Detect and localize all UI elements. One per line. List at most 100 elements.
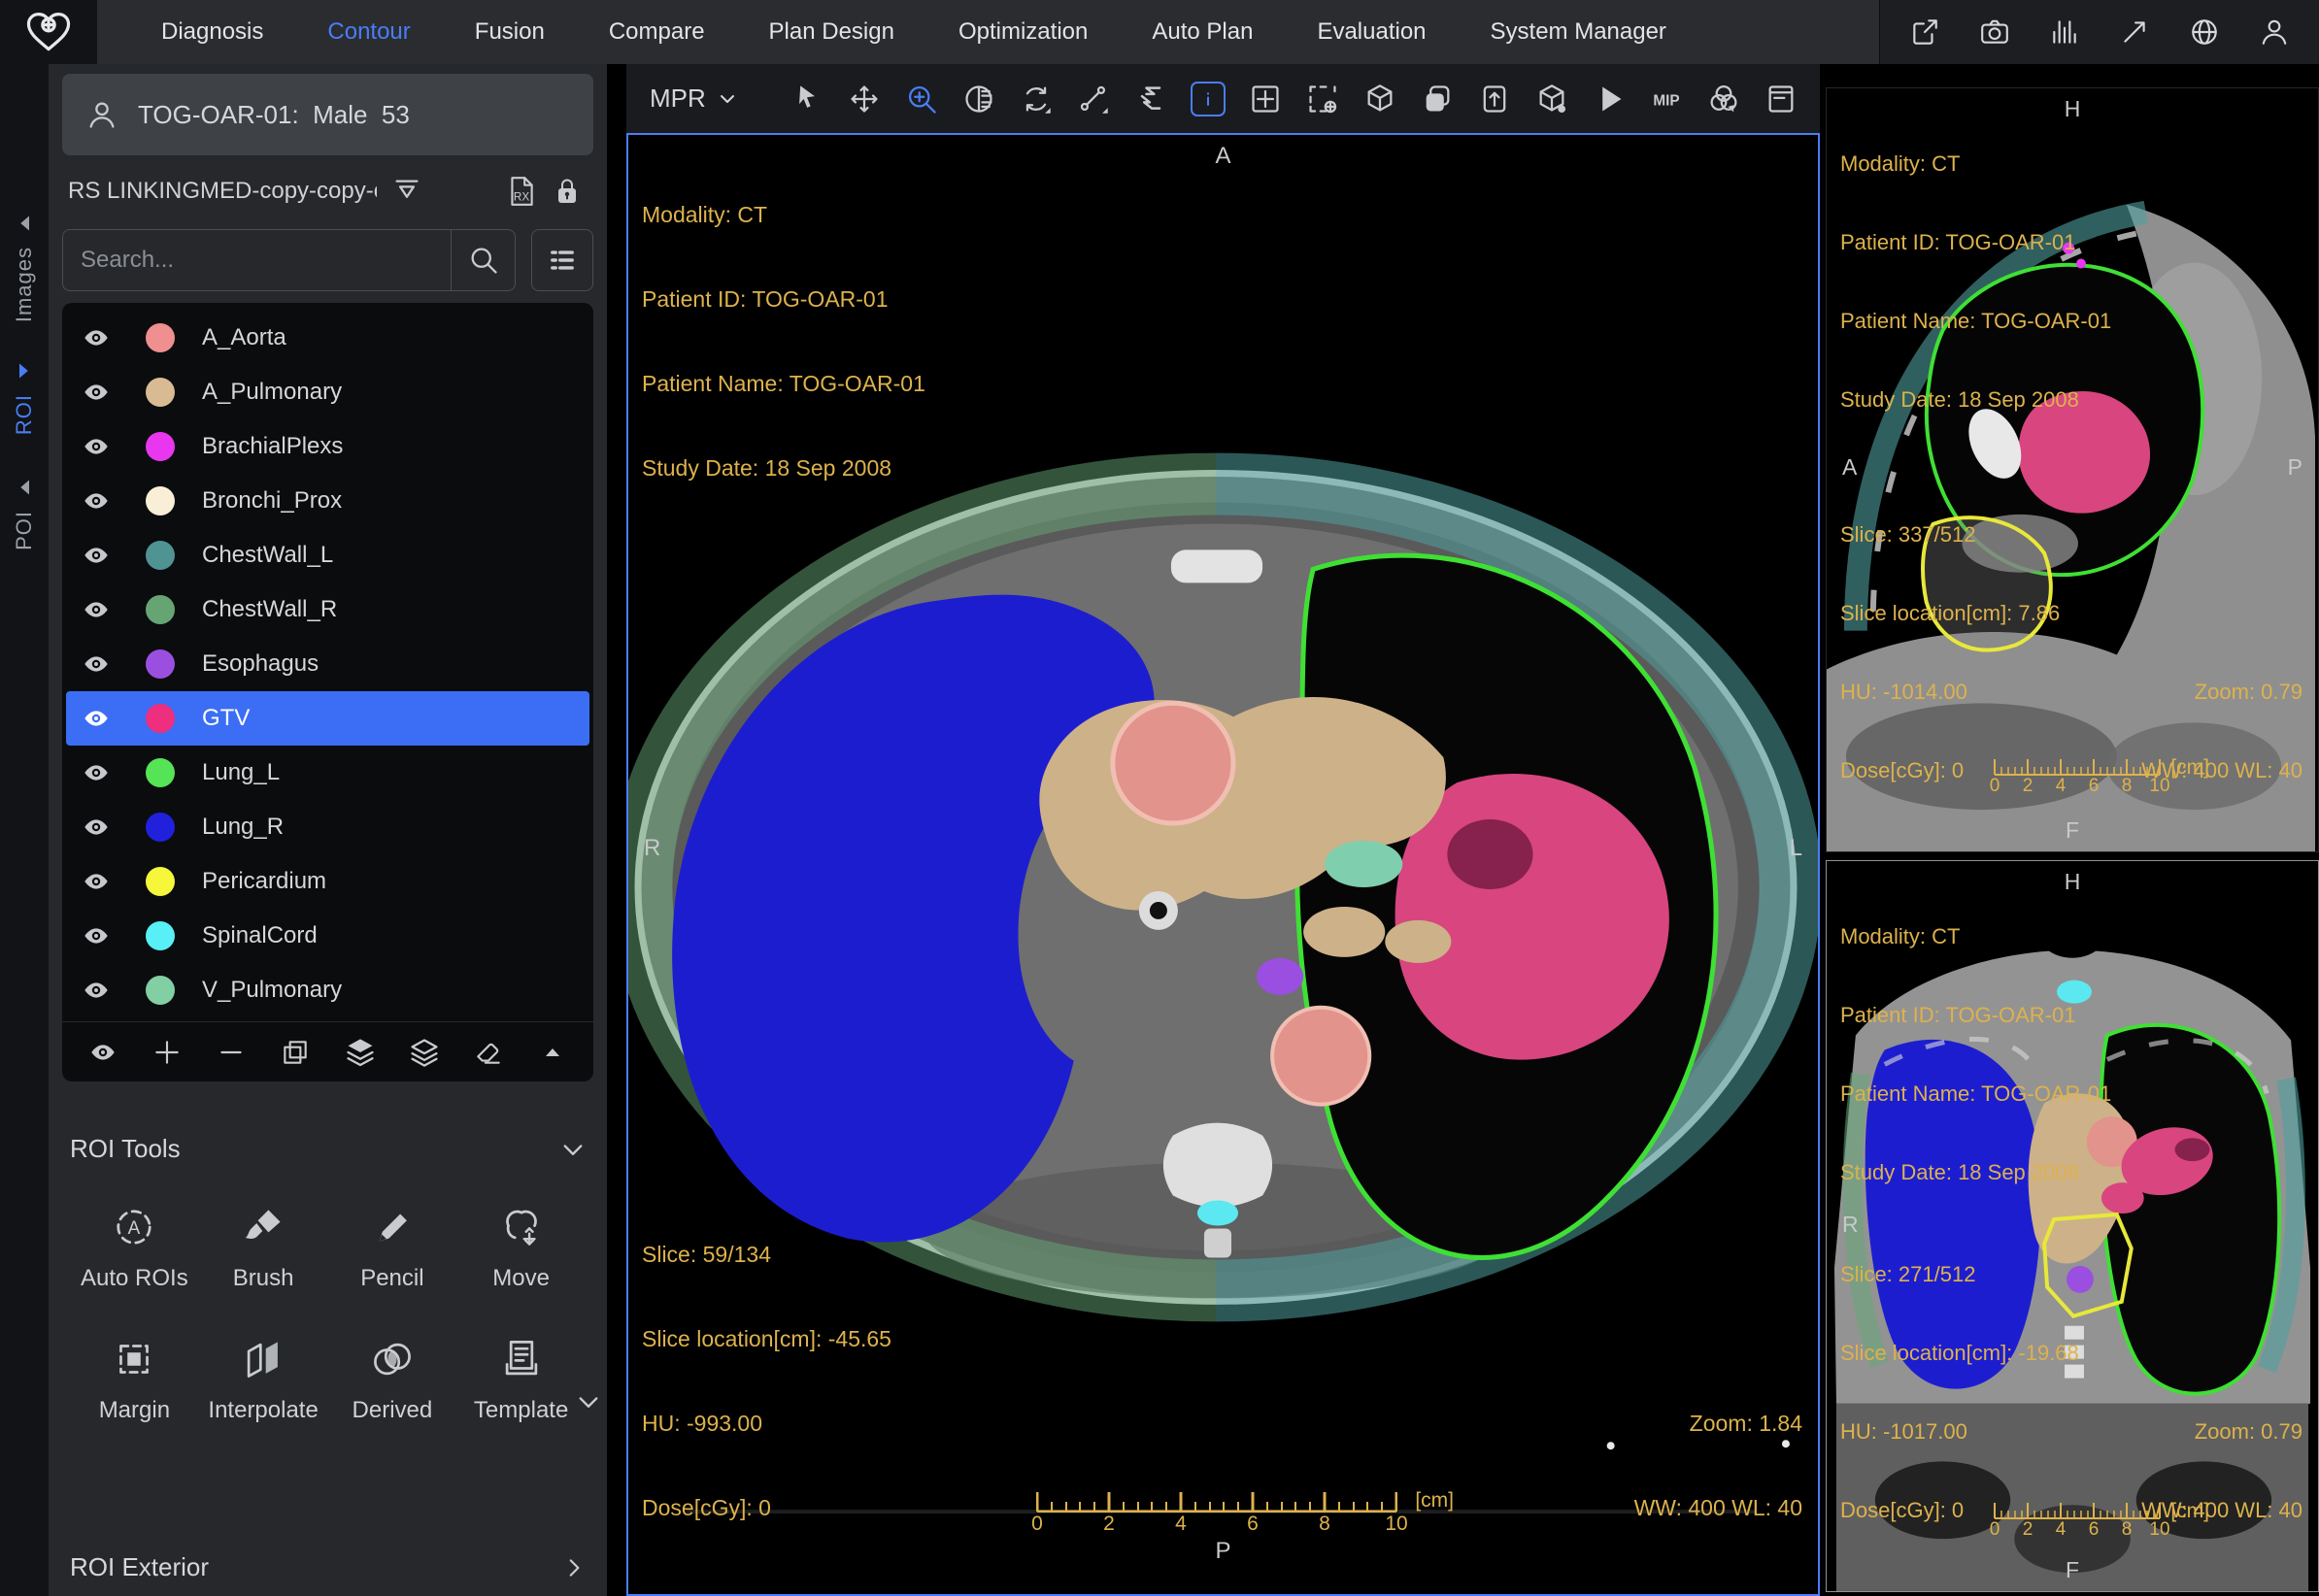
layers-outline-icon[interactable] [407,1035,442,1070]
visibility-icon[interactable] [82,977,124,1004]
rx-document-icon[interactable]: RX [506,175,537,208]
visibility-icon[interactable] [82,650,124,678]
nav-fusion[interactable]: Fusion [475,18,545,46]
roi-color-dot[interactable] [146,323,175,352]
collapse-poi-icon[interactable] [16,478,33,497]
nav-system-manager[interactable]: System Manager [1491,18,1666,46]
viewport-coronal[interactable]: Modality: CT Patient ID: TOG-OAR-01 Pati… [1826,860,2319,1592]
visibility-icon[interactable] [82,922,124,949]
visibility-icon[interactable] [82,759,124,786]
visibility-icon[interactable] [82,487,124,515]
roi-color-dot[interactable] [146,704,175,733]
roi-row[interactable]: Pericardium [66,854,589,909]
cube-options-icon[interactable] [1534,82,1569,116]
visibility-icon[interactable] [82,542,124,569]
pan-icon[interactable] [847,82,882,116]
roi-tools-header[interactable]: ROI Tools [70,1134,586,1164]
select-region-icon[interactable] [1305,82,1340,116]
structure-set-name[interactable]: RS LINKINGMED-copy-copy-c [68,178,377,205]
nav-plan-design[interactable]: Plan Design [769,18,894,46]
app-logo[interactable] [0,0,97,64]
layers-filled-icon[interactable] [343,1035,378,1070]
rail-tab-roi[interactable]: ROI [12,394,37,435]
tool-auto-rois[interactable]: AAuto ROIs [70,1205,199,1292]
duplicate-view-icon[interactable] [1420,82,1455,116]
roi-color-dot[interactable] [146,758,175,787]
roi-color-dot[interactable] [146,867,175,896]
nav-optimization[interactable]: Optimization [958,18,1088,46]
tool-template[interactable]: Template [456,1337,586,1424]
camera-icon[interactable] [1977,15,2012,50]
zoom-icon[interactable] [904,82,939,116]
visibility-icon[interactable] [82,868,124,895]
visibility-icon[interactable] [82,814,124,841]
measure-icon[interactable] [1076,82,1111,116]
roi-color-dot[interactable] [146,486,175,515]
duplicate-icon[interactable] [278,1035,313,1070]
roi-row[interactable]: ChestWall_R [66,582,589,637]
nav-auto-plan[interactable]: Auto Plan [1152,18,1253,46]
roi-row[interactable]: V_Pulmonary [66,963,589,1017]
cube-icon[interactable] [1362,82,1397,116]
roi-row[interactable]: Bronchi_Prox [66,474,589,528]
globe-icon[interactable] [2187,15,2222,50]
roi-row[interactable]: Lung_L [66,746,589,800]
template-chevron-down-icon[interactable] [576,1389,601,1414]
tool-pencil[interactable]: Pencil [328,1205,457,1292]
lock-icon[interactable] [553,176,582,207]
search-icon[interactable] [451,230,515,290]
roi-row[interactable]: Esophagus [66,637,589,691]
window-level-icon[interactable] [961,82,996,116]
rail-tab-poi[interactable]: POI [12,511,37,550]
tool-margin[interactable]: Margin [70,1337,199,1424]
layout-mode-dropdown[interactable]: MPR [642,83,745,114]
share-icon[interactable] [1907,15,1942,50]
dropdown-icon[interactable] [392,177,421,206]
nav-contour[interactable]: Contour [327,18,410,46]
info-icon[interactable] [1191,82,1226,116]
nav-diagnosis[interactable]: Diagnosis [161,18,263,46]
user-icon[interactable] [2257,15,2292,50]
roi-color-dot[interactable] [146,813,175,842]
tool-brush[interactable]: Brush [199,1205,328,1292]
play-icon[interactable] [1592,82,1627,116]
visibility-icon[interactable] [82,596,124,623]
remove-icon[interactable] [214,1035,249,1070]
fullscreen-icon[interactable] [2117,15,2152,50]
roi-color-dot[interactable] [146,976,175,1005]
visibility-icon[interactable] [82,433,124,460]
roi-row-selected[interactable]: GTV [66,691,589,746]
chevron-down-icon[interactable] [560,1137,586,1162]
roi-color-dot[interactable] [146,649,175,679]
roi-row[interactable]: ChestWall_L [66,528,589,582]
rail-tab-images[interactable]: Images [12,247,37,322]
visibility-icon[interactable] [82,324,124,351]
nav-evaluation[interactable]: Evaluation [1317,18,1426,46]
export-view-icon[interactable] [1477,82,1512,116]
report-icon[interactable] [1764,82,1798,116]
roi-color-dot[interactable] [146,595,175,624]
rotate-icon[interactable] [1019,82,1054,116]
tool-move[interactable]: Move [456,1205,586,1292]
roi-row[interactable]: A_Pulmonary [66,365,589,419]
visibility-icon[interactable] [85,1035,120,1070]
roi-row[interactable]: Lung_R [66,800,589,854]
viewport-axial[interactable]: Modality: CT Patient ID: TOG-OAR-01 Pati… [626,133,1820,1596]
collapse-images-icon[interactable] [16,214,33,233]
collapse-icon[interactable] [535,1035,570,1070]
add-icon[interactable] [150,1035,185,1070]
scroll-icon[interactable] [1133,82,1168,116]
eraser-icon[interactable] [471,1035,506,1070]
visibility-icon[interactable] [82,379,124,406]
roi-row[interactable]: SpinalCord [66,909,589,963]
search-input[interactable] [63,247,451,274]
fusion-icon[interactable] [1706,82,1741,116]
roi-color-dot[interactable] [146,541,175,570]
visibility-icon[interactable] [82,705,124,732]
histogram-icon[interactable] [2047,15,2082,50]
roi-row[interactable]: A_Aorta [66,311,589,365]
roi-color-dot[interactable] [146,378,175,407]
roi-color-dot[interactable] [146,921,175,950]
crosshair-grid-icon[interactable] [1248,82,1283,116]
roi-color-dot[interactable] [146,432,175,461]
